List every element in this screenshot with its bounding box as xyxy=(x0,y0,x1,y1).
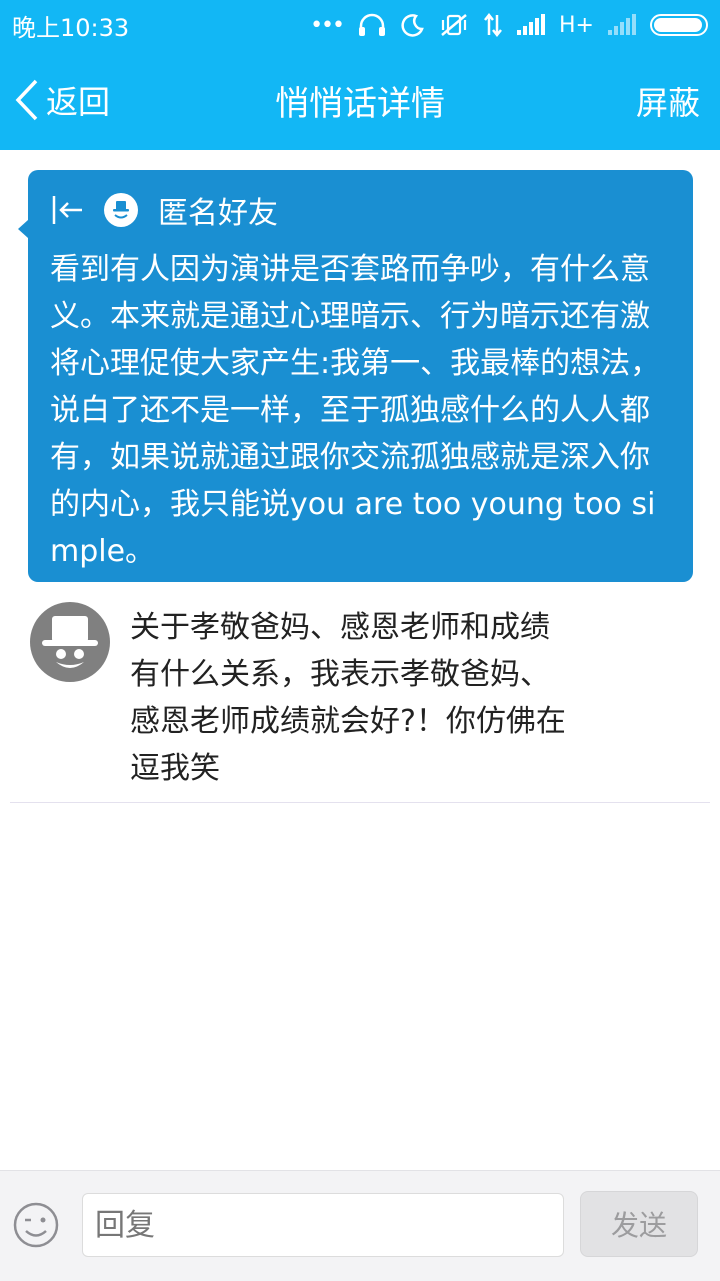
back-button[interactable]: 返回 xyxy=(14,76,110,124)
message-bubble: 匿名好友 看到有人因为演讲是否套路而争吵，有什么意义。本来就是通过心理暗示、行为… xyxy=(18,170,693,582)
moon-icon xyxy=(401,14,424,37)
chevron-left-icon xyxy=(15,79,38,121)
signal-icon xyxy=(517,14,546,35)
anonymous-avatar-icon xyxy=(104,193,138,227)
sender-name: 匿名好友 xyxy=(158,196,278,231)
data-arrows-icon xyxy=(484,13,502,37)
status-icons: ••• H+ xyxy=(310,12,708,38)
network-type: H+ xyxy=(559,12,594,38)
back-label: 返回 xyxy=(46,83,111,121)
signal-icon-2 xyxy=(608,14,636,35)
vibrate-off-icon xyxy=(441,14,467,36)
message-header: 匿名好友 xyxy=(50,188,675,232)
exit-arrow-icon xyxy=(52,196,82,224)
reply-input[interactable] xyxy=(82,1193,564,1257)
emoji-button[interactable] xyxy=(12,1201,60,1249)
block-button[interactable]: 屏蔽 xyxy=(636,78,700,124)
anonymous-avatar-icon xyxy=(42,616,98,668)
headphones-icon xyxy=(359,13,386,36)
battery-level xyxy=(654,18,702,32)
emoji-icon xyxy=(13,1202,59,1248)
composer-bar: 发送 xyxy=(0,1170,720,1281)
send-button[interactable]: 发送 xyxy=(580,1191,698,1257)
nav-bar: 返回 悄悄话详情 屏蔽 xyxy=(0,50,720,150)
status-bar: 晚上10:33 ••• H+ xyxy=(0,0,720,50)
battery-icon xyxy=(650,14,708,36)
divider xyxy=(10,802,710,803)
reply-text: 关于孝敬爸妈、感恩老师和成绩有什么关系，我表示孝敬爸妈、感恩老师成绩就会好?！你… xyxy=(130,610,566,786)
more-dots: ••• xyxy=(310,12,345,38)
avatar[interactable] xyxy=(30,602,110,682)
status-time: 晚上10:33 xyxy=(12,13,130,42)
message-text: 看到有人因为演讲是否套路而争吵，有什么意义。本来就是通过心理暗示、行为暗示还有激… xyxy=(50,252,661,569)
